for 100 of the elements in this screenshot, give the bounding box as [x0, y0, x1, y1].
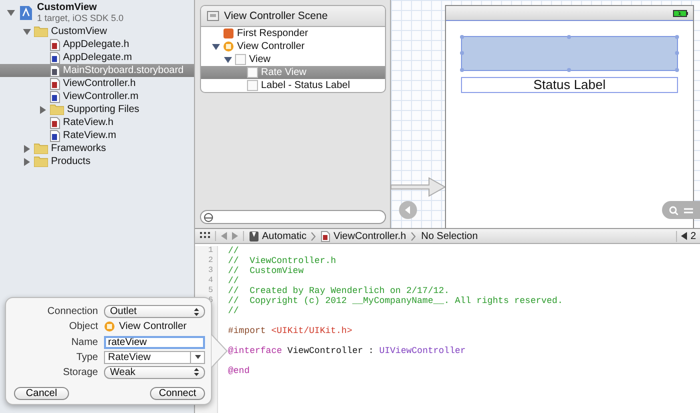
navigator-item[interactable]: Supporting Files [0, 103, 194, 116]
item-label: Rate View [261, 67, 306, 78]
view-icon [235, 54, 246, 65]
item-label: ViewController.m [63, 91, 138, 102]
line-number: 2 [208, 256, 213, 265]
connection-select[interactable]: Outlet [104, 305, 205, 318]
file-icon [50, 90, 60, 102]
battery-icon [673, 10, 688, 16]
file-icon [50, 52, 60, 64]
zoom-icon[interactable] [668, 206, 678, 214]
back-arrow-icon [404, 206, 412, 214]
scene-icon [207, 11, 219, 21]
disclosure-triangle-icon[interactable] [22, 144, 30, 152]
item-label: RateView.h [63, 117, 114, 128]
outline-item[interactable]: Label - Status Label [201, 79, 385, 92]
line-number: 3 [208, 266, 213, 275]
field-label: Connection [46, 306, 98, 318]
item-label: CustomView [37, 2, 98, 13]
navigator-item[interactable]: RateView.m [0, 129, 194, 142]
item-label: AppDelegate.m [63, 52, 132, 63]
view-icon [247, 67, 258, 78]
file-icon [50, 130, 60, 142]
code-line: // [228, 276, 239, 286]
navigator-item[interactable]: Frameworks [0, 142, 194, 155]
rate-view[interactable] [461, 36, 678, 71]
filter-field[interactable] [200, 210, 386, 224]
file-icon [50, 78, 60, 90]
filter-icon [204, 212, 213, 222]
line-number: 4 [208, 276, 213, 285]
navigator-item[interactable]: AppDelegate.m [0, 51, 194, 64]
folder-icon [34, 156, 48, 167]
back-arrow-icon[interactable] [221, 232, 227, 240]
circle-icon [104, 321, 115, 332]
outline-item[interactable]: First Responder [201, 27, 385, 40]
resize-handle[interactable] [567, 34, 571, 38]
resize-handle[interactable] [674, 51, 678, 55]
disclosure-triangle-icon[interactable] [224, 56, 232, 64]
code-line: // Created by Ray Wenderlich on 2/17/12. [228, 286, 450, 296]
field-label: Name [70, 336, 98, 348]
left-arrow-icon [681, 232, 688, 240]
navigator-item[interactable]: AppDelegate.h [0, 38, 194, 51]
outline-item[interactable]: View [201, 53, 385, 66]
code-line: // Copyright (c) 2012 __MyCompanyName__. All rights reserved. [228, 296, 563, 306]
back-button[interactable] [399, 201, 417, 219]
navigator-item[interactable]: CustomView 1 target, iOS SDK 5.0 [0, 1, 194, 25]
disclosure-triangle-icon[interactable] [212, 42, 220, 50]
resize-handle[interactable] [567, 68, 571, 72]
dialog-button[interactable]: Cancel [14, 387, 69, 400]
equal-icon[interactable] [684, 206, 694, 214]
cube-icon [223, 28, 234, 39]
field-label: Type [75, 352, 98, 363]
resize-handle[interactable] [674, 68, 678, 72]
chevron-icon [311, 232, 316, 240]
tuxedo-icon [249, 230, 259, 242]
disclosure-triangle-icon[interactable] [38, 106, 46, 114]
resize-handle[interactable] [460, 34, 464, 38]
dialog-button[interactable]: Connect [150, 387, 205, 400]
type-combo-box[interactable]: RateView [104, 350, 205, 364]
disclosure-triangle-icon[interactable] [22, 158, 30, 166]
disclosure-triangle-icon[interactable] [6, 9, 14, 17]
item-label: Supporting Files [67, 104, 140, 115]
grid-icon[interactable] [200, 232, 210, 240]
code-line: // CustomView [228, 266, 304, 276]
navigator-item[interactable]: RateView.h [0, 116, 194, 129]
disclosure-triangle-icon[interactable] [22, 28, 30, 36]
resize-handle[interactable] [674, 34, 678, 38]
item-label: MainStoryboard.storyboard [63, 65, 184, 76]
resize-handle[interactable] [460, 51, 464, 55]
counterpart-selector[interactable]: 2 [676, 230, 700, 242]
outline-item[interactable]: View Controller [201, 40, 385, 53]
file-icon [50, 64, 60, 76]
navigator-item[interactable]: Products [0, 155, 194, 168]
code-line: // [228, 306, 239, 316]
item-label: Label - Status Label [261, 80, 350, 91]
item-label: Products [51, 156, 90, 167]
code-line: // ViewController.h [228, 256, 336, 266]
line-number: 1 [208, 246, 213, 255]
navigator-item[interactable]: ViewController.m [0, 90, 194, 103]
resize-handle[interactable] [460, 68, 464, 72]
folder-icon [34, 26, 48, 37]
name-field[interactable]: rateView [104, 336, 205, 348]
field-label: Storage [62, 366, 98, 378]
jump-bar-item[interactable]: Automatic [249, 230, 306, 242]
storage-select[interactable]: Weak [104, 366, 205, 379]
chevron-icon [411, 232, 416, 240]
file-icon [50, 38, 60, 50]
navigator-item[interactable]: ViewController.h [0, 77, 194, 90]
item-label: View Controller [237, 41, 305, 52]
item-label: ViewController.h [63, 78, 136, 89]
navigator-item[interactable]: CustomView [0, 25, 194, 38]
jump-bar-item[interactable]: ViewController.h [321, 230, 406, 242]
folder-icon [50, 104, 64, 115]
zoom-controls[interactable] [662, 201, 700, 219]
jump-bar-item[interactable]: No Selection [421, 230, 478, 242]
project-subtitle: 1 target, iOS SDK 5.0 [37, 13, 124, 24]
item-label: First Responder [237, 28, 308, 39]
forward-arrow-icon[interactable] [232, 232, 238, 240]
code-line: #import <UIKit/UIKit.h> [228, 326, 352, 336]
item-label: RateView.m [63, 130, 116, 141]
status-label[interactable]: Status Label [461, 77, 678, 93]
